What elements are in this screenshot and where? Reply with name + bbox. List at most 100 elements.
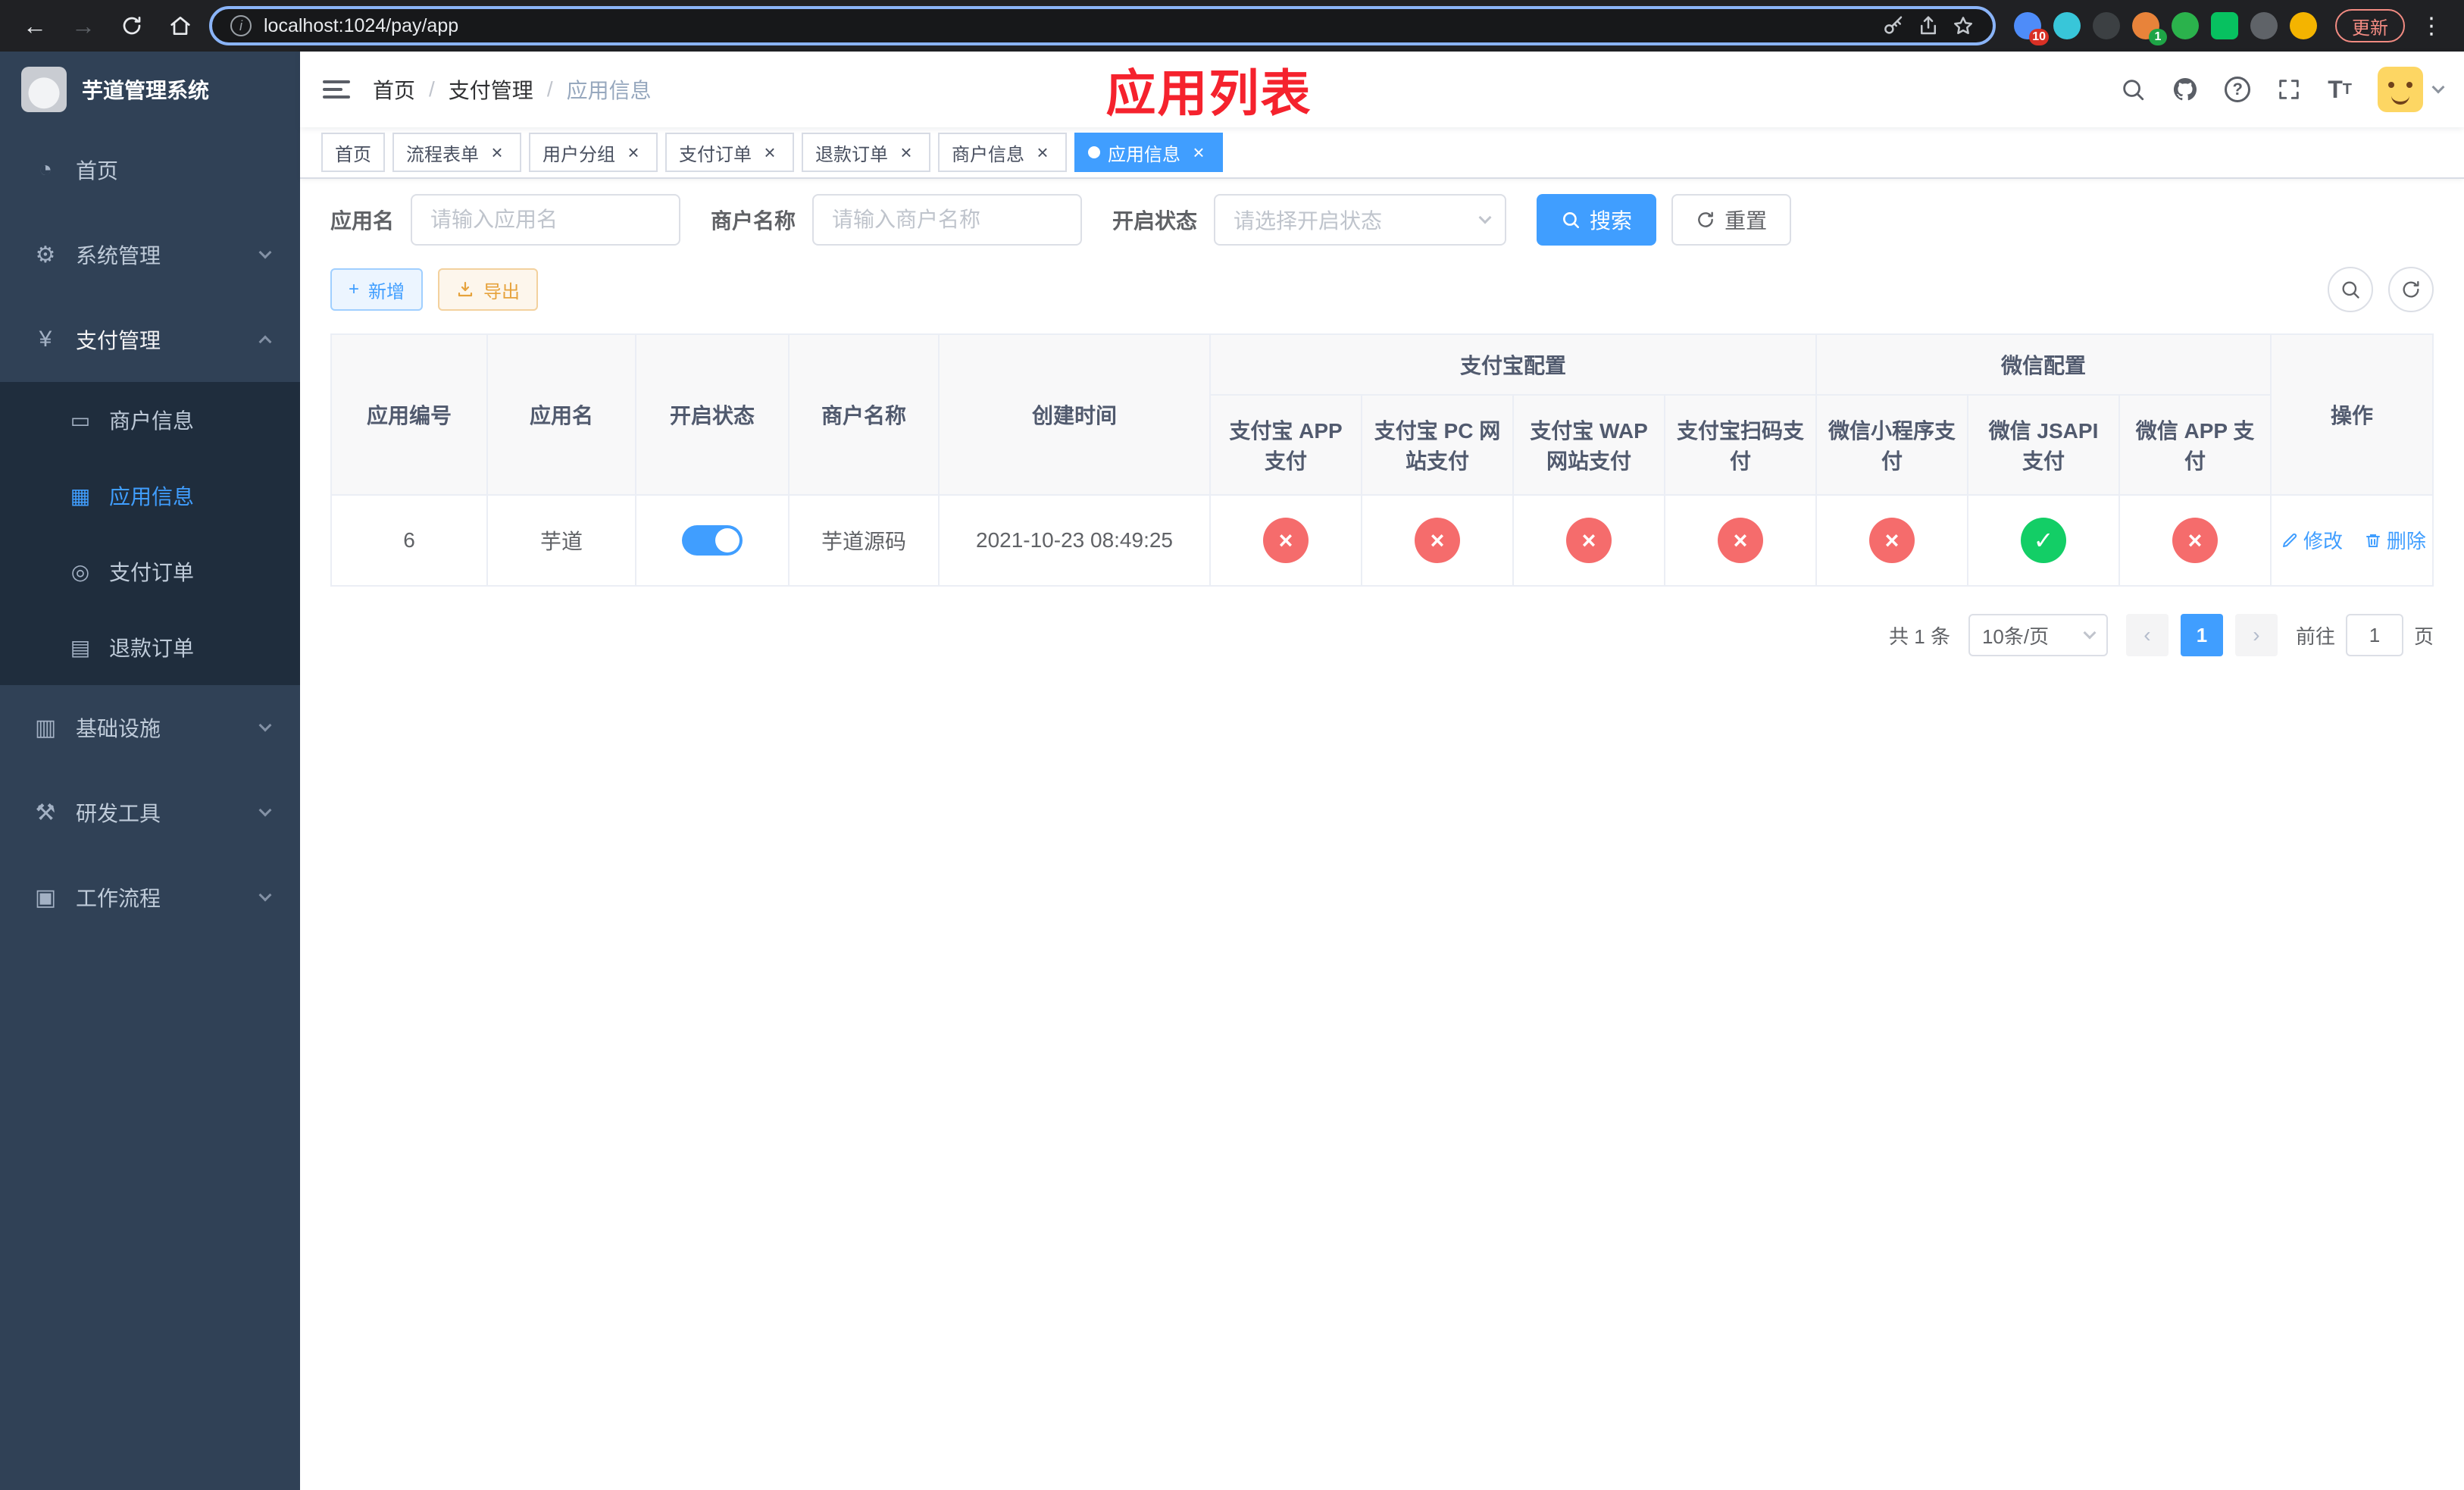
status-label: 开启状态 xyxy=(1112,209,1198,233)
sidebar-item-dev-tools[interactable]: ⚒ 研发工具 xyxy=(0,770,300,855)
order-icon: ◎ xyxy=(70,559,90,584)
font-size-small-glyph: T xyxy=(2342,80,2352,98)
extension-icon[interactable] xyxy=(2093,12,2120,39)
sidebar-item-home[interactable]: ◔ 首页 xyxy=(0,127,300,212)
sidebar-item-workflow[interactable]: ▣ 工作流程 xyxy=(0,855,300,940)
tab-close-icon[interactable]: × xyxy=(1188,142,1209,163)
sidebar-item-merchant-info[interactable]: ▭ 商户信息 xyxy=(0,382,300,458)
col-alipay-wap: 支付宝 WAP 网站支付 xyxy=(1512,394,1665,496)
edit-link[interactable]: 修改 xyxy=(2281,526,2343,554)
goto-page-input[interactable] xyxy=(2345,614,2403,656)
breadcrumb-separator: / xyxy=(546,77,553,101)
status-select[interactable]: 请选择开启状态 xyxy=(1214,194,1507,246)
fullscreen-icon[interactable] xyxy=(2276,77,2302,102)
extension-badge: 10 xyxy=(2029,29,2049,45)
extension-profile-icon[interactable]: 1 xyxy=(2132,12,2167,45)
refresh-table-button[interactable] xyxy=(2388,267,2434,312)
bookmark-star-icon[interactable] xyxy=(1952,14,1975,37)
extension-icon[interactable] xyxy=(2172,12,2199,39)
delete-link-label: 删除 xyxy=(2386,530,2426,553)
toggle-search-button[interactable] xyxy=(2328,267,2373,312)
extension-icon[interactable] xyxy=(2211,12,2238,39)
tab-close-icon[interactable]: × xyxy=(896,142,917,163)
col-wechat-mini: 微信小程序支付 xyxy=(1815,394,1969,496)
tab-close-icon[interactable]: × xyxy=(486,142,508,163)
sidebar-item-app-info[interactable]: ▦ 应用信息 xyxy=(0,458,300,534)
sidebar-item-label: 退款订单 xyxy=(109,637,195,660)
delete-link[interactable]: 删除 xyxy=(2364,526,2426,554)
breadcrumb-current: 应用信息 xyxy=(566,79,652,102)
tab-app-info[interactable]: 应用信息 × xyxy=(1074,133,1223,172)
browser-home-button[interactable] xyxy=(161,6,200,45)
app-name-label: 应用名 xyxy=(330,209,395,233)
alipay-app-status-icon: × xyxy=(1263,518,1309,563)
col-merchant: 商户名称 xyxy=(788,333,940,496)
dashboard-icon: ◔ xyxy=(38,157,53,182)
browser-back-button[interactable]: ← xyxy=(15,6,55,45)
search-button[interactable]: 搜索 xyxy=(1537,194,1657,246)
alipay-wap-status-icon: × xyxy=(1566,518,1612,563)
search-icon xyxy=(2342,281,2359,299)
browser-reload-button[interactable] xyxy=(112,6,152,45)
export-button[interactable]: 导出 xyxy=(438,268,539,311)
sidebar-item-refund-orders[interactable]: ▤ 退款订单 xyxy=(0,609,300,685)
tab-label: 用户分组 xyxy=(543,144,615,165)
sidebar-item-system[interactable]: ⚙ 系统管理 xyxy=(0,212,300,297)
extension-icon[interactable] xyxy=(2250,12,2278,39)
sidebar-collapse-button[interactable] xyxy=(300,52,373,127)
extension-puzzle-icon[interactable]: 10 xyxy=(2014,12,2049,45)
grid-icon: ▦ xyxy=(70,484,91,508)
page-size-select[interactable]: 10条/页 xyxy=(1968,614,2108,656)
app-table: 应用编号 应用名 开启状态 商户名称 创建时间 支付宝配置 微信配置 操作 支付… xyxy=(330,333,2434,587)
site-info-icon[interactable]: i xyxy=(230,15,252,36)
browser-forward-button[interactable]: → xyxy=(64,6,103,45)
prev-page-button[interactable]: ‹ xyxy=(2125,614,2169,656)
chevron-down-icon xyxy=(258,888,272,902)
address-bar[interactable]: i localhost:1024/pay/app xyxy=(209,6,1996,45)
tab-close-icon[interactable]: × xyxy=(759,142,780,163)
tab-merchant-info[interactable]: 商户信息 × xyxy=(938,133,1067,172)
next-page-button[interactable]: › xyxy=(2234,614,2278,656)
share-icon[interactable] xyxy=(1917,14,1940,37)
sidebar-item-payment[interactable]: ¥ 支付管理 xyxy=(0,297,300,382)
breadcrumb-payment[interactable]: 支付管理 xyxy=(449,74,533,105)
sidebar-item-infrastructure[interactable]: ▥ 基础设施 xyxy=(0,685,300,770)
tab-close-icon[interactable]: × xyxy=(623,142,644,163)
tab-close-icon[interactable]: × xyxy=(1032,142,1053,163)
add-button[interactable]: + 新增 xyxy=(330,268,424,311)
col-group-wechat: 微信配置 xyxy=(1815,333,2272,396)
pagination: 共 1 条 10条/页 ‹ 1 › 前往 页 xyxy=(330,614,2434,656)
browser-profile-avatar[interactable] xyxy=(2290,12,2317,39)
github-icon[interactable] xyxy=(2172,76,2199,103)
browser-menu-icon[interactable]: ⋮ xyxy=(2414,13,2449,39)
saved-password-key-icon[interactable] xyxy=(1882,14,1905,37)
breadcrumb-home[interactable]: 首页 xyxy=(373,74,415,105)
sidebar-logo[interactable]: 芋道管理系统 xyxy=(0,52,300,127)
header-search-icon[interactable] xyxy=(2120,77,2146,102)
tab-refund-orders[interactable]: 退款订单 × xyxy=(802,133,930,172)
extension-area: 10 1 xyxy=(2005,12,2326,45)
merchant-name-input[interactable] xyxy=(812,194,1083,246)
tab-pay-orders[interactable]: 支付订单 × xyxy=(665,133,794,172)
tab-process-form[interactable]: 流程表单 × xyxy=(392,133,521,172)
tab-user-group[interactable]: 用户分组 × xyxy=(529,133,658,172)
reset-button-label: 重置 xyxy=(1724,209,1768,233)
app-name-input[interactable] xyxy=(411,194,681,246)
user-avatar-menu[interactable] xyxy=(2378,67,2445,112)
status-toggle[interactable] xyxy=(682,525,743,556)
page-number-button[interactable]: 1 xyxy=(2180,614,2223,656)
status-select-placeholder: 请选择开启状态 xyxy=(1234,209,1383,233)
extension-icon[interactable] xyxy=(2053,12,2081,39)
sidebar-item-pay-orders[interactable]: ◎ 支付订单 xyxy=(0,534,300,609)
gear-icon: ⚙ xyxy=(35,242,56,268)
browser-update-button[interactable]: 更新 xyxy=(2335,9,2405,42)
url-text[interactable]: localhost:1024/pay/app xyxy=(264,15,1870,37)
download-icon xyxy=(458,281,473,297)
reset-button[interactable]: 重置 xyxy=(1671,194,1792,246)
help-icon[interactable]: ? xyxy=(2225,77,2251,102)
font-size-icon[interactable]: TT xyxy=(2328,76,2352,104)
edit-pencil-icon xyxy=(2283,533,2297,547)
tab-home[interactable]: 首页 xyxy=(321,133,385,172)
logo-avatar xyxy=(21,67,67,112)
goto-suffix: 页 xyxy=(2413,624,2434,648)
